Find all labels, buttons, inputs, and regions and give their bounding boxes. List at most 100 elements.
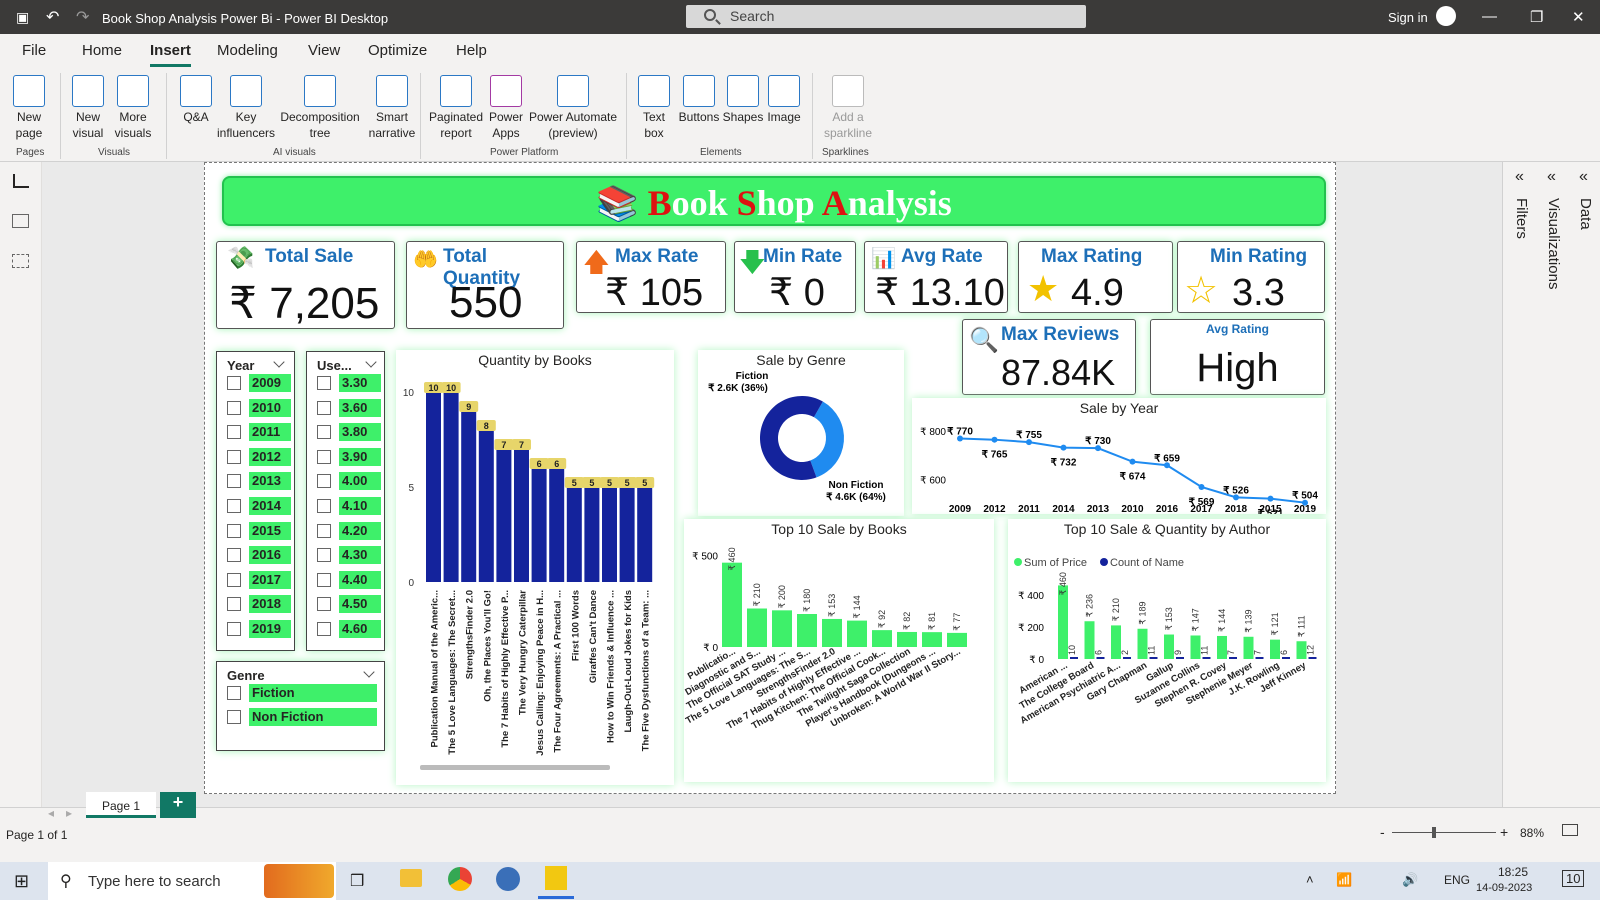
sign-in-link[interactable]: Sign in <box>1388 10 1428 25</box>
kpi-max-reviews[interactable]: 🔍 Max Reviews 87.84K <box>962 319 1136 395</box>
avatar[interactable] <box>1436 6 1456 26</box>
redo-icon[interactable]: ↷ <box>76 7 89 27</box>
next-page-icon[interactable]: ▸ <box>66 806 72 820</box>
app-icon[interactable] <box>496 867 520 891</box>
power-bi-icon[interactable] <box>545 866 567 890</box>
new-visual-button[interactable]: New visual <box>68 75 108 141</box>
menu-home[interactable]: Home <box>82 42 122 59</box>
clock-date[interactable]: 14-09-2023 <box>1476 882 1532 894</box>
text-box-button[interactable]: Text box <box>634 75 674 141</box>
fit-to-page-icon[interactable] <box>1562 824 1578 836</box>
kpi-total-quantity[interactable]: 🤲 Total Quantity 550 <box>406 241 564 329</box>
menu-modeling[interactable]: Modeling <box>217 42 278 59</box>
more-visuals-button[interactable]: More visuals <box>110 75 156 141</box>
menu-optimize[interactable]: Optimize <box>368 42 427 59</box>
checkbox[interactable] <box>227 449 241 464</box>
task-view-icon[interactable]: ❒ <box>350 871 364 891</box>
notifications-button[interactable]: 10 <box>1562 870 1585 887</box>
filters-pane-tab[interactable]: Filters <box>1513 198 1530 239</box>
checkbox[interactable] <box>317 499 331 513</box>
checkbox[interactable] <box>317 523 331 538</box>
checkbox[interactable] <box>227 376 241 390</box>
minimize-button[interactable]: — <box>1482 8 1497 25</box>
genre-slicer[interactable]: Genre Fiction Non Fiction <box>216 661 385 751</box>
power-apps-button[interactable]: Power Apps <box>486 75 526 141</box>
zoom-in-button[interactable]: + <box>1500 824 1508 840</box>
zoom-slider[interactable] <box>1392 832 1496 833</box>
checkbox[interactable] <box>317 622 331 636</box>
visualizations-pane-tab[interactable]: Visualizations <box>1545 198 1562 289</box>
network-icon[interactable]: 📶 <box>1336 872 1352 888</box>
add-sparkline-button[interactable]: Add a sparkline <box>820 75 876 141</box>
clock-time[interactable]: 18:25 <box>1490 865 1536 879</box>
checkbox[interactable] <box>227 523 241 538</box>
checkbox[interactable] <box>317 425 331 440</box>
checkbox[interactable] <box>317 572 331 587</box>
taskbar-search-box[interactable]: ⚲ Type here to search <box>48 862 336 900</box>
checkbox[interactable] <box>317 474 331 489</box>
power-automate-button[interactable]: Power Automate (preview) <box>528 75 618 141</box>
table-view-icon[interactable] <box>12 214 29 228</box>
search-input[interactable]: Search <box>686 5 1086 28</box>
kpi-max-rating[interactable]: Max Rating ★ 4.9 <box>1018 241 1173 314</box>
kpi-avg-rate[interactable]: 📊 Avg Rate ₹ 13.10 <box>864 241 1008 314</box>
decomposition-tree-button[interactable]: Decomposition tree <box>278 75 362 141</box>
top10-by-author-chart[interactable]: Top 10 Sale & Quantity by Author Sum of … <box>1008 519 1326 782</box>
user-rating-slicer[interactable]: Use... 3.30 3.60 3.80 3.90 4.00 4.10 4.20 4.30 4… <box>306 351 385 651</box>
undo-icon[interactable]: ↶ <box>46 7 59 27</box>
zoom-out-button[interactable]: - <box>1380 824 1385 840</box>
kpi-min-rate[interactable]: 🡇 Min Rate ₹ 0 <box>734 241 856 314</box>
buttons-button[interactable]: Buttons <box>676 75 722 125</box>
shapes-button[interactable]: Shapes <box>722 75 764 125</box>
smart-narrative-button[interactable]: Smart narrative <box>364 75 420 141</box>
data-pane-tab[interactable]: Data <box>1577 198 1594 230</box>
prev-page-icon[interactable]: ◂ <box>48 806 54 820</box>
tray-chevron-icon[interactable]: ˄ <box>1306 872 1314 887</box>
top10-sale-by-books-chart[interactable]: Top 10 Sale by Books ₹ 0 ₹ 500 ₹ 460 Public… <box>684 519 994 782</box>
collapse-visualizations-icon[interactable]: « <box>1547 168 1556 186</box>
new-page-button[interactable]: New page <box>8 75 50 141</box>
windows-start-icon[interactable]: ⊞ <box>14 871 29 892</box>
model-view-icon[interactable] <box>12 254 29 268</box>
paginated-report-button[interactable]: Paginated report <box>428 75 484 141</box>
kpi-min-rating[interactable]: Min Rating ☆ 3.3 <box>1177 241 1325 314</box>
checkbox[interactable] <box>227 597 241 612</box>
quantity-by-books-chart[interactable]: Quantity by Books 0 5 10 10 Publication Manu… <box>396 350 674 785</box>
checkbox[interactable] <box>227 572 241 587</box>
close-button[interactable]: ✕ <box>1572 8 1585 26</box>
file-explorer-icon[interactable] <box>400 869 422 887</box>
checkbox[interactable] <box>227 622 241 636</box>
checkbox[interactable] <box>227 425 241 440</box>
volume-icon[interactable]: 🔊 <box>1402 872 1418 888</box>
qa-button[interactable]: Q&A <box>176 75 216 125</box>
checkbox[interactable] <box>317 449 331 464</box>
page-tab-page1[interactable]: Page 1 <box>86 792 156 818</box>
kpi-avg-rating[interactable]: Avg Rating High <box>1150 319 1325 395</box>
image-button[interactable]: Image <box>764 75 804 125</box>
checkbox[interactable] <box>227 710 241 724</box>
add-page-button[interactable]: + <box>160 792 196 818</box>
checkbox[interactable] <box>227 474 241 489</box>
collapse-filters-icon[interactable]: « <box>1515 168 1524 186</box>
menu-view[interactable]: View <box>308 42 340 59</box>
year-slicer[interactable]: Year 2009 2010 2011 2012 2013 2014 2015 2016 201… <box>216 351 295 651</box>
sale-by-year-chart[interactable]: Sale by Year ₹ 800 ₹ 600 ₹ 770 2009 ₹ 765 201… <box>912 398 1326 514</box>
key-influencers-button[interactable]: Key influencers <box>216 75 276 141</box>
chevron-down-icon[interactable] <box>363 666 375 678</box>
menu-help[interactable]: Help <box>456 42 487 59</box>
checkbox[interactable] <box>317 597 331 612</box>
kpi-total-sale[interactable]: 💸 Total Sale ₹ 7,205 <box>216 241 395 329</box>
checkbox[interactable] <box>227 400 241 415</box>
chevron-down-icon[interactable] <box>273 356 285 368</box>
menu-file[interactable]: File <box>22 42 46 59</box>
chevron-down-icon[interactable] <box>365 356 377 368</box>
chrome-icon[interactable] <box>448 867 472 891</box>
checkbox[interactable] <box>317 548 331 563</box>
kpi-max-rate[interactable]: 🡅 Max Rate ₹ 105 <box>576 241 726 314</box>
collapse-data-icon[interactable]: « <box>1579 168 1588 186</box>
save-icon[interactable]: ▣ <box>16 9 29 26</box>
checkbox[interactable] <box>317 400 331 415</box>
menu-insert[interactable]: Insert <box>150 42 191 67</box>
checkbox[interactable] <box>227 548 241 563</box>
language-indicator[interactable]: ENG <box>1444 873 1470 887</box>
